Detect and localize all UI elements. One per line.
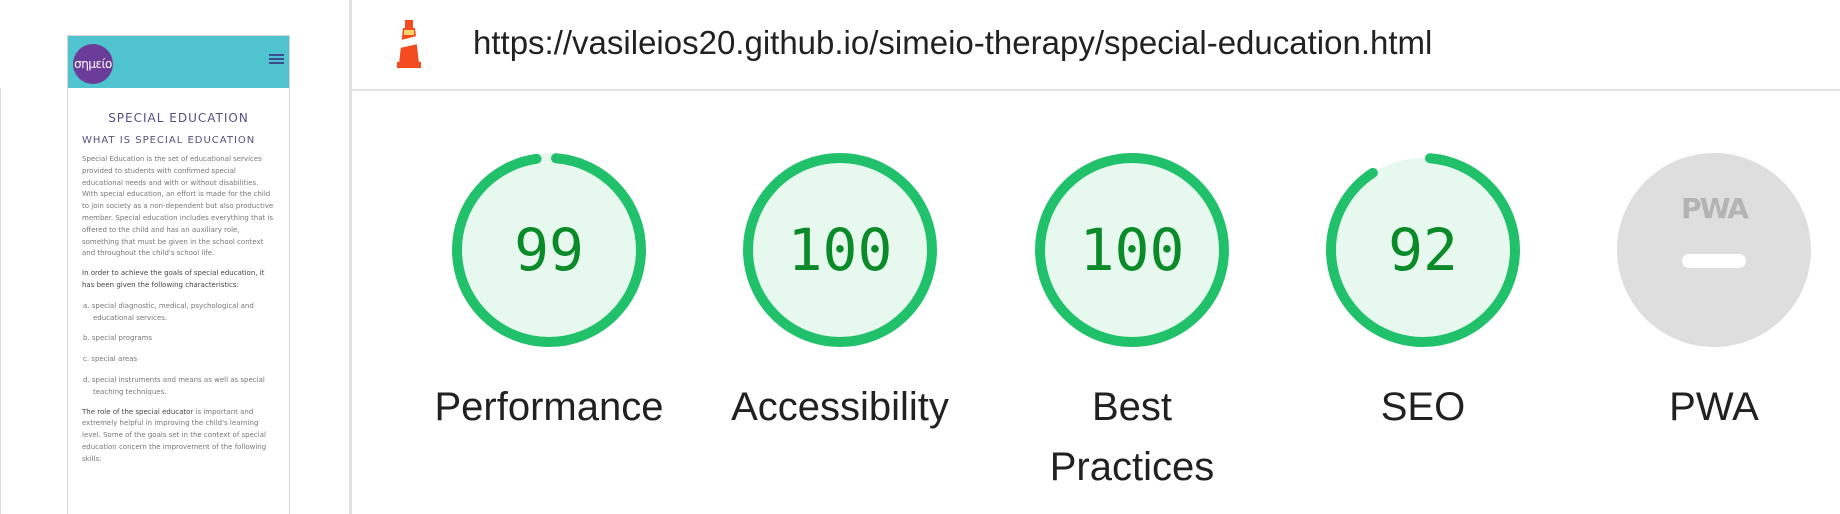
gauge-performance[interactable]: 99 Performance <box>435 150 663 429</box>
preview-list-item: c. special areas <box>83 355 138 364</box>
preview-list-item: d. special instruments and means as well… <box>83 375 265 396</box>
svg-text:PWA: PWA <box>1681 192 1749 225</box>
lighthouse-icon <box>397 20 421 68</box>
preview-body: SPECIAL EDUCATION WHAT IS SPECIAL EDUCAT… <box>68 111 289 466</box>
panel-border <box>0 88 8 514</box>
preview-list-item: b. special programs <box>83 334 153 343</box>
gauge-label: SEO <box>1380 385 1466 429</box>
gauge-label: Performance <box>434 385 664 429</box>
gauge-accessibility[interactable]: 100 Accessibility <box>731 150 949 429</box>
preview-emphasis: In order to achieve the goals of special… <box>82 269 265 289</box>
gauge-score: 100 <box>1079 216 1185 284</box>
gauge-label-line: Best <box>1091 385 1173 429</box>
gauge-best-practices[interactable]: 100 Best Practices <box>1032 150 1232 489</box>
preview-paragraph: In order to achieve the goals of special… <box>82 268 275 292</box>
mobile-screenshot-preview: σημείο SPECIAL EDUCATION WHAT IS SPECIAL… <box>67 35 290 514</box>
preview-paragraph: Special Education is the set of educatio… <box>82 155 274 258</box>
gauge-pwa[interactable]: PWA PWA <box>1614 150 1814 429</box>
preview-header: σημείο <box>68 36 289 88</box>
gauge-score: 92 <box>1388 216 1458 284</box>
preview-list-item: a. special diagnostic, medical, psycholo… <box>83 301 254 322</box>
report-url[interactable]: https://vasileios20.github.io/simeio-the… <box>473 24 1432 62</box>
gauge-label: Best Practices <box>992 377 1272 497</box>
preview-panel: σημείο SPECIAL EDUCATION WHAT IS SPECIAL… <box>0 0 352 514</box>
gauge-seo[interactable]: 92 SEO <box>1323 150 1523 429</box>
preview-subtitle: WHAT IS SPECIAL EDUCATION <box>82 135 256 146</box>
gauge-score: 100 <box>787 216 893 284</box>
preview-logo: σημείο <box>73 44 113 84</box>
gauge-score: 99 <box>514 216 584 284</box>
preview-title: SPECIAL EDUCATION <box>108 111 249 125</box>
gauge-label: Accessibility <box>731 385 949 429</box>
gauge-label: PWA <box>1669 385 1759 429</box>
pwa-badge-icon: PWA <box>1617 153 1811 347</box>
report-header: https://vasileios20.github.io/simeio-the… <box>352 0 1840 91</box>
preview-paragraph: The role of the special educator is impo… <box>82 407 275 466</box>
gauge-label-line: Practices <box>1049 445 1215 489</box>
preview-emphasis: The role of the special educator <box>82 407 194 416</box>
hamburger-menu-icon <box>269 54 284 66</box>
